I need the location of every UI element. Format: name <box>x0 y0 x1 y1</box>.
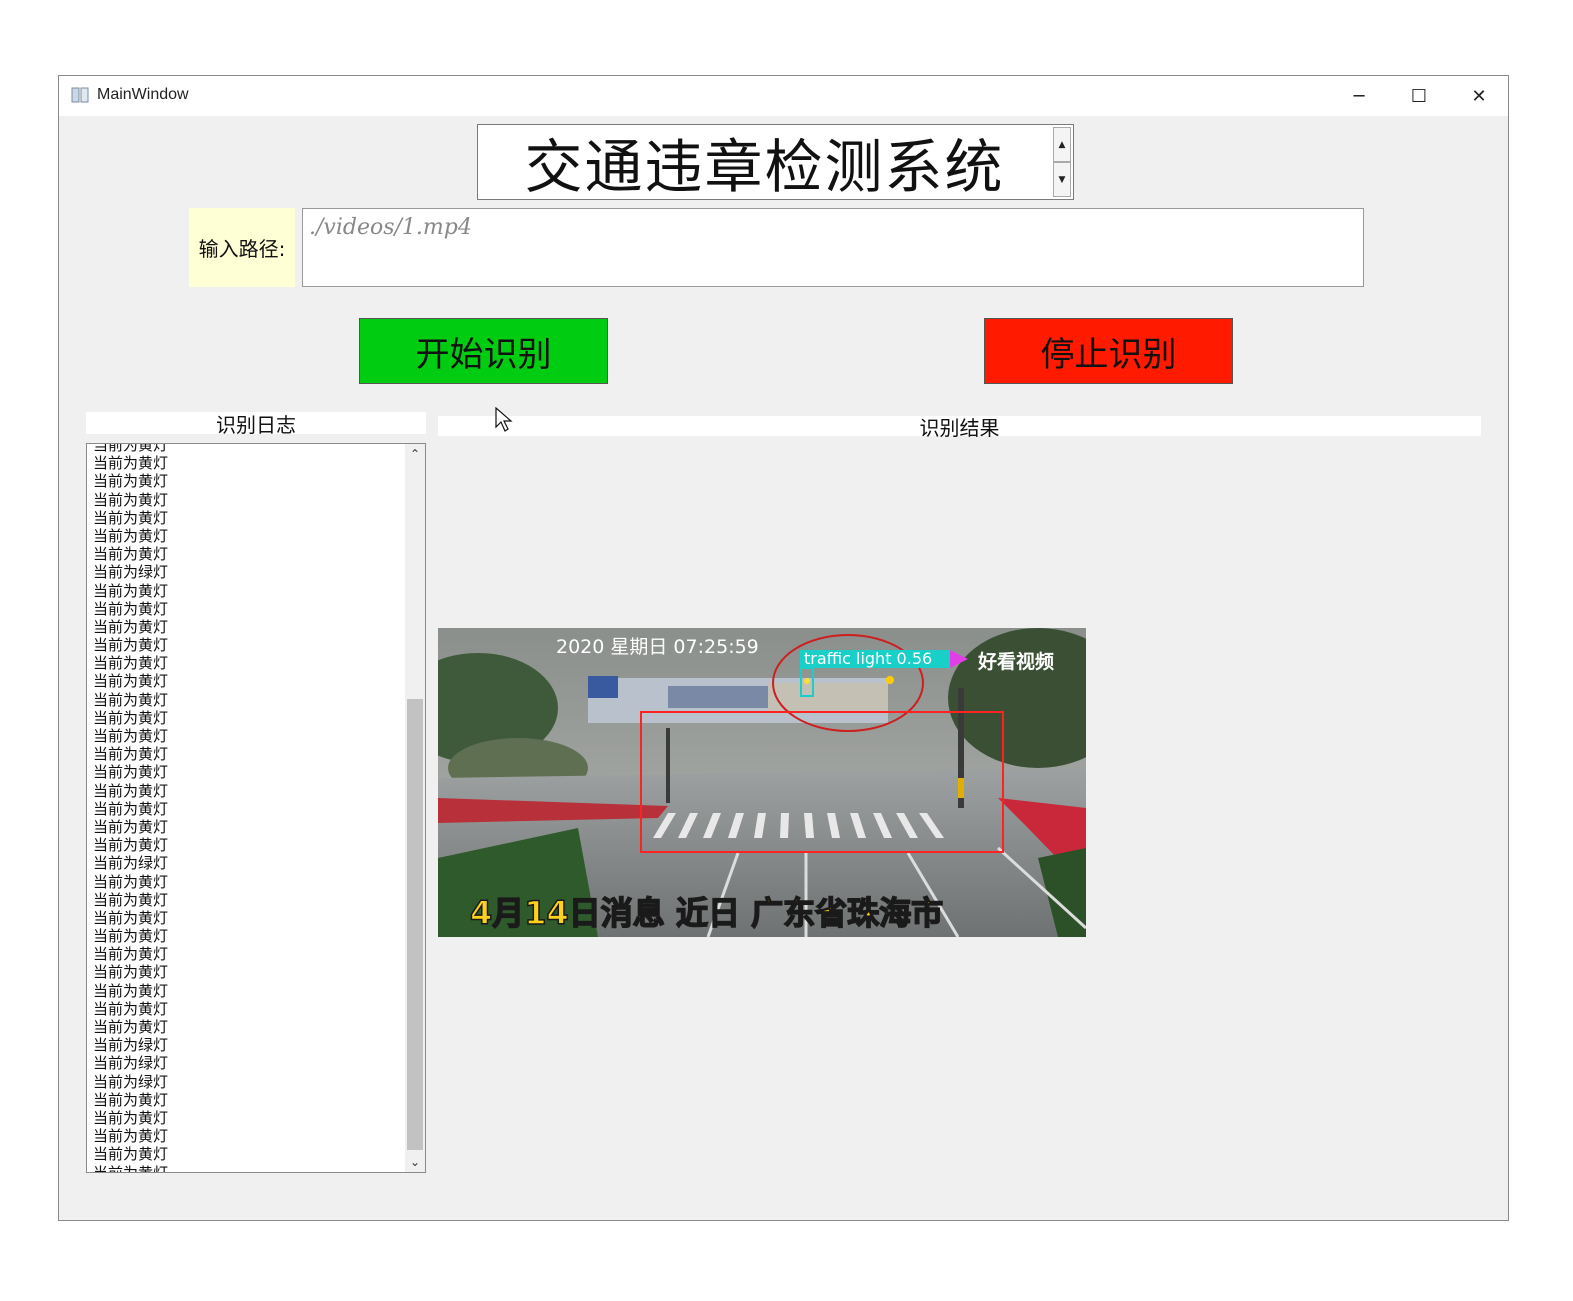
log-item: 当前为黄灯 <box>93 672 169 691</box>
traffic-scene-image: traffic light 0.56 2020 星期日 07:25:59 好看视… <box>438 628 1086 937</box>
result-video-frame: traffic light 0.56 2020 星期日 07:25:59 好看视… <box>438 628 1086 937</box>
path-label: 输入路径: <box>189 208 295 287</box>
log-item: 当前为黄灯 <box>93 1145 169 1164</box>
log-item: 当前为黄灯 <box>93 443 169 454</box>
log-item: 当前为黄灯 <box>93 999 169 1018</box>
log-item: 当前为黄灯 <box>93 636 169 655</box>
log-item: 当前为绿灯 <box>93 854 169 873</box>
log-item: 当前为黄灯 <box>93 1108 169 1127</box>
spin-buttons: ▲ ▼ <box>1053 127 1071 197</box>
log-item: 当前为黄灯 <box>93 727 169 745</box>
spin-up-icon[interactable]: ▲ <box>1053 127 1071 162</box>
log-item: 当前为黄灯 <box>93 526 169 545</box>
log-item: 当前为黄灯 <box>93 1018 169 1036</box>
date-overlay: 2020 星期日 07:25:59 <box>556 636 759 658</box>
log-item: 当前为黄灯 <box>93 654 169 673</box>
video-watermark: 好看视频 <box>977 650 1054 673</box>
app-icon <box>71 87 89 103</box>
log-item: 当前为黄灯 <box>93 472 169 491</box>
minimize-button[interactable]: ─ <box>1330 76 1388 116</box>
detection-label: traffic light 0.56 <box>804 649 932 668</box>
log-item: 当前为黄灯 <box>93 781 169 800</box>
stop-button[interactable]: 停止识别 <box>984 318 1233 384</box>
log-item: 当前为黄灯 <box>93 745 169 764</box>
result-header: 识别结果 <box>438 416 1481 440</box>
log-item: 当前为黄灯 <box>93 963 169 982</box>
log-item: 当前为黄灯 <box>93 927 169 946</box>
log-scrollbar[interactable]: ⌃ ⌄ <box>405 444 425 1172</box>
log-item: 当前为绿灯 <box>93 563 169 582</box>
log-item: 当前为黄灯 <box>93 890 169 909</box>
title-bar: MainWindow ─ ☐ ✕ <box>59 76 1508 116</box>
log-header: 识别日志 <box>86 412 426 437</box>
close-button[interactable]: ✕ <box>1450 76 1508 116</box>
scroll-up-icon[interactable]: ⌃ <box>405 444 425 464</box>
log-item: 当前为黄灯 <box>93 836 169 855</box>
log-items: 当前为黄灯 当前为黄灯 当前为黄灯 当前为黄灯 当前为黄灯 当前为黄灯 当前为黄灯 当前为绿灯… <box>93 443 403 1173</box>
log-item: 当前为黄灯 <box>93 763 169 782</box>
log-item: 当前为绿灯 <box>93 1072 169 1091</box>
mouse-cursor-icon <box>495 407 513 432</box>
path-input[interactable]: ./videos/1.mp4 <box>302 208 1364 287</box>
window-title: MainWindow <box>97 86 189 103</box>
log-item: 当前为黄灯 <box>93 581 169 600</box>
maximize-button[interactable]: ☐ <box>1390 76 1448 116</box>
start-button[interactable]: 开始识别 <box>359 318 608 384</box>
log-item: 当前为黄灯 <box>93 817 169 836</box>
log-item: 当前为黄灯 <box>93 872 169 891</box>
log-list[interactable]: 当前为黄灯 当前为黄灯 当前为黄灯 当前为黄灯 当前为黄灯 当前为黄灯 当前为黄灯 当前为绿灯… <box>86 443 426 1173</box>
scroll-down-icon[interactable]: ⌄ <box>405 1152 425 1172</box>
main-window: MainWindow ─ ☐ ✕ 交通违章检测系统 ▲ ▼ 输入路径: ./vi… <box>58 75 1509 1221</box>
log-item: 当前为黄灯 <box>93 690 169 709</box>
video-caption: 4月14日消息 近日 广东省珠海市 <box>470 894 943 932</box>
title-spinbox[interactable]: 交通违章检测系统 ▲ ▼ <box>477 124 1074 201</box>
log-item: 当前为黄灯 <box>93 617 169 636</box>
spin-down-icon[interactable]: ▼ <box>1053 162 1071 197</box>
app-title: 交通违章检测系统 <box>524 133 1005 201</box>
log-item: 当前为黄灯 <box>93 1163 169 1173</box>
log-item: 当前为黄灯 <box>93 981 169 1000</box>
scroll-thumb[interactable] <box>407 699 423 1150</box>
log-item: 当前为黄灯 <box>93 599 169 618</box>
log-item: 当前为黄灯 <box>93 908 169 927</box>
log-item: 当前为黄灯 <box>93 945 169 964</box>
log-item: 当前为黄灯 <box>93 545 169 564</box>
log-item: 当前为绿灯 <box>93 1054 169 1073</box>
log-item: 当前为黄灯 <box>93 508 169 527</box>
log-item: 当前为黄灯 <box>93 799 169 818</box>
log-item: 当前为黄灯 <box>93 1090 169 1109</box>
log-item: 当前为黄灯 <box>93 708 169 727</box>
log-item: 当前为黄灯 <box>93 454 169 473</box>
log-item: 当前为绿灯 <box>93 1036 169 1055</box>
log-item: 当前为黄灯 <box>93 490 169 509</box>
log-item: 当前为黄灯 <box>93 1127 169 1146</box>
